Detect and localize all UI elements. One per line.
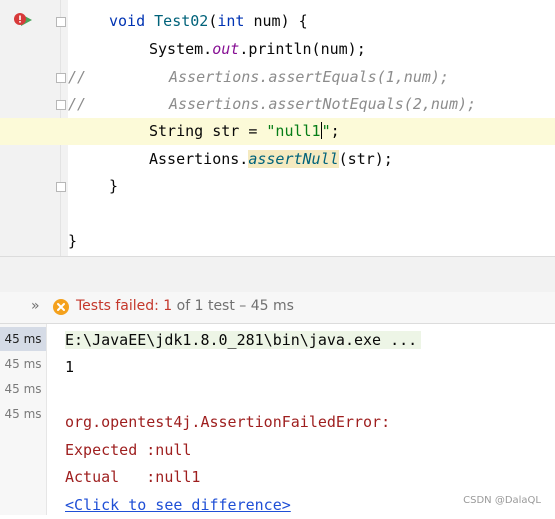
code-line-assert-null: Assertions.assertNull(str); [0,146,555,173]
kw-int: int [217,12,245,30]
close-brace-class: } [68,232,78,250]
timing-item[interactable]: 45 ms [0,377,46,401]
string-literal-a: "null1 [266,122,321,140]
timing-item[interactable]: 45 ms [0,352,46,376]
code-line-close-method: } [0,173,555,200]
code-line-string-decl: String str = "null1"; [0,118,555,145]
println-suffix: .println(num); [239,40,366,58]
fold-icon[interactable] [56,182,66,192]
comment-slashes-2: // [68,95,87,113]
console-expected-line: Expected :null [65,441,192,459]
string-literal-b: " [321,122,331,140]
assert-prefix: Assertions. [149,150,249,168]
param-text: num) { [244,12,308,30]
panel-splitter[interactable] [0,256,555,292]
timing-item[interactable]: 45 ms [0,402,46,426]
chevron-double-right-icon[interactable]: » [31,298,40,314]
close-brace-method: } [109,177,119,195]
comment-slashes-1: // [68,68,87,86]
test-status: Tests failed: 1 of 1 test – 45 ms [76,298,294,314]
code-line-comment2: // Assertions.assertNotEquals(2,num); [0,91,555,118]
code-line-comment1: // Assertions.assertEquals(1,num); [0,64,555,91]
console-output[interactable]: E:\JavaEE\jdk1.8.0_281\bin\java.exe ... … [47,324,555,515]
test-summary: of 1 test – 45 ms [176,298,294,314]
fold-icon[interactable] [56,73,66,83]
fold-icon[interactable] [56,17,66,27]
console-command-line: E:\JavaEE\jdk1.8.0_281\bin\java.exe ... [65,331,422,349]
string-suffix: ; [330,122,340,140]
kw-void: void [109,12,146,30]
console-actual-line: Actual :null1 [65,468,201,486]
assert-suffix: (str); [338,150,393,168]
failed-x-icon [53,299,69,315]
test-timings-column: 45 ms 45 ms 45 ms 45 ms [0,324,47,515]
fold-icon[interactable] [56,100,66,110]
assert-null-method[interactable]: assertNull [248,150,339,168]
watermark: CSDN @DalaQL [463,495,541,506]
comment-text-1: Assertions.assertEquals(1,num); [169,68,449,86]
method-name: Test02 [154,12,209,30]
tests-failed-label: Tests failed: [76,298,159,314]
code-line-signature: void Test02(int num) { [0,8,555,35]
println-prefix: System. [149,40,213,58]
console-output-value: 1 [65,358,75,376]
string-prefix: String str = [149,122,267,140]
failed-count: 1 [163,298,173,314]
console-error-line: org.opentest4j.AssertionFailedError: [65,413,391,431]
code-line-close-class: } [0,228,555,255]
out-field: out [212,40,240,58]
code-line-println: System.out.println(num); [0,36,555,63]
comment-text-2: Assertions.assertNotEquals(2,num); [169,95,477,113]
timing-item[interactable]: 45 ms [0,327,46,351]
code-editor[interactable]: void Test02(int num) { System.out.printl… [0,0,555,256]
test-results-header: » Tests failed: 1 of 1 test – 45 ms [0,292,555,324]
